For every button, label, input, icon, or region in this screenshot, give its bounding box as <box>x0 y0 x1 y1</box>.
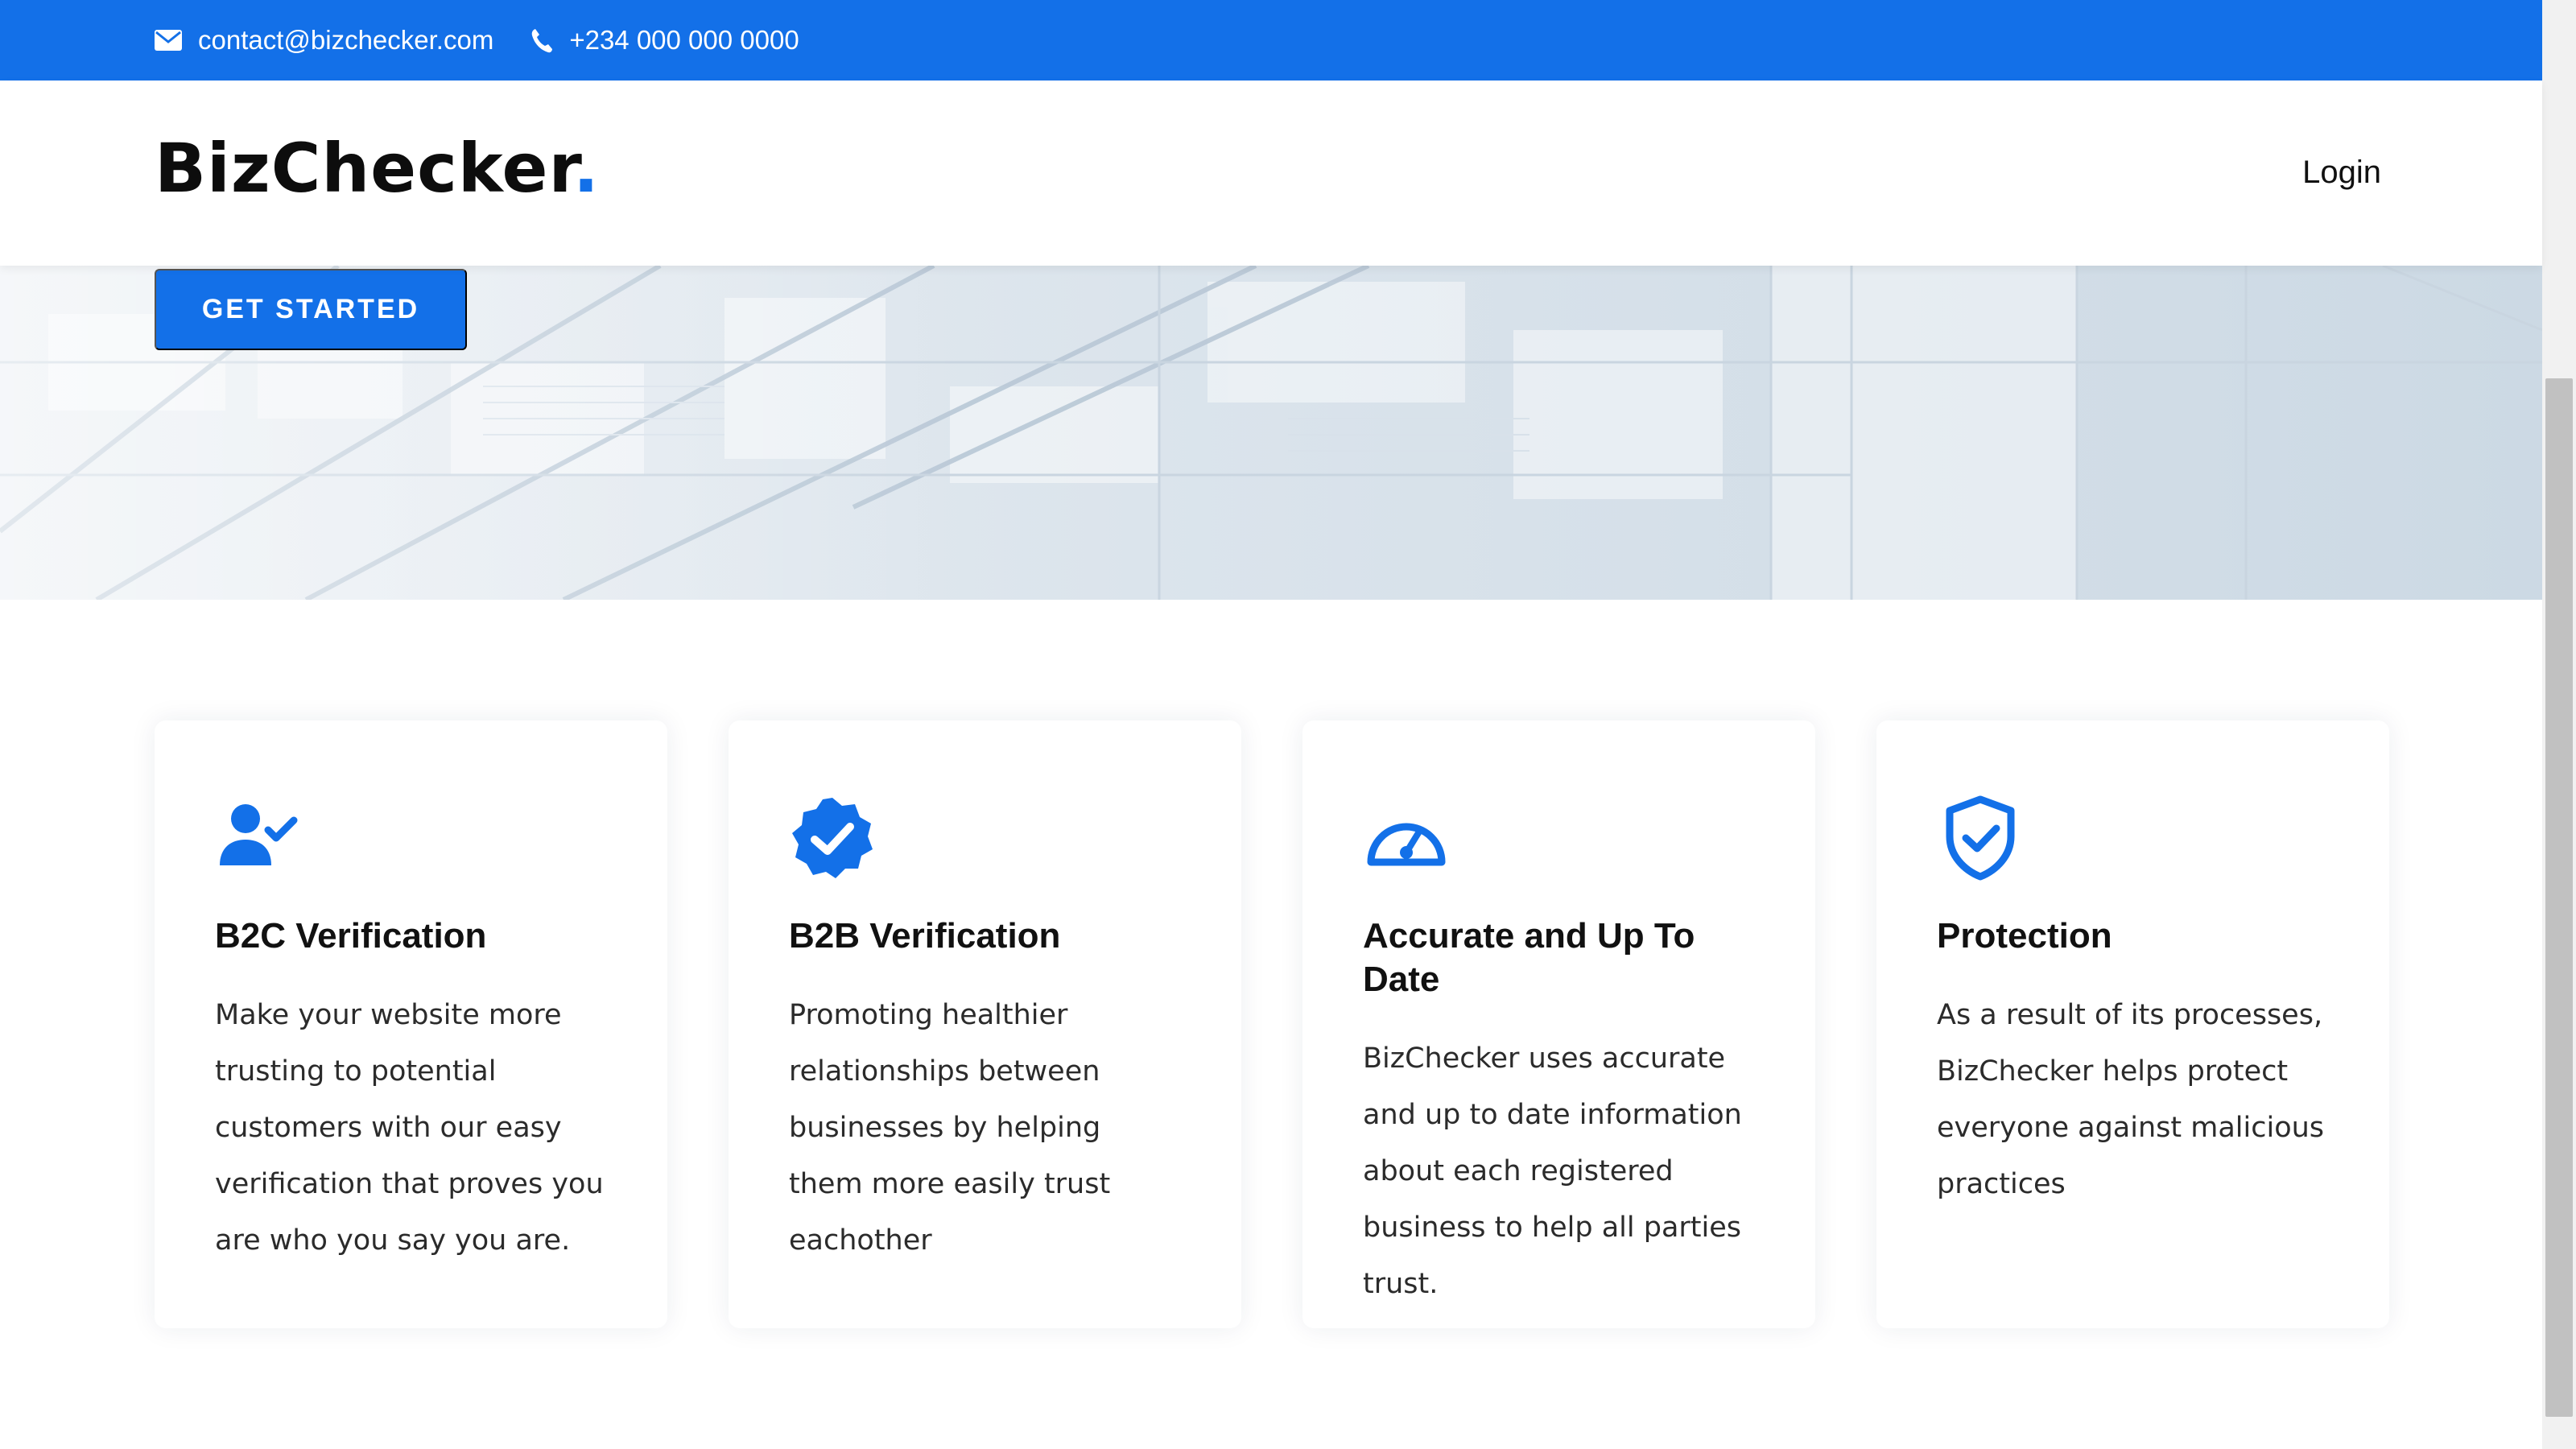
feature-card-protection: Protection As a result of its processes,… <box>1876 720 2389 1328</box>
login-link[interactable]: Login <box>2302 155 2381 191</box>
contact-email-text: contact@bizchecker.com <box>198 25 494 55</box>
site-logo[interactable]: BizChecker. <box>155 129 600 208</box>
feature-card-accurate: Accurate and Up To Date BizChecker uses … <box>1302 720 1815 1328</box>
contact-phone-text: +234 000 000 0000 <box>569 25 799 55</box>
feature-title: B2B Verification <box>789 916 1061 956</box>
feature-title: B2C Verification <box>215 916 487 956</box>
feature-title: Accurate and Up To Date <box>1363 916 1695 999</box>
feature-title: Protection <box>1937 916 2112 956</box>
scrollbar-thumb[interactable] <box>2545 378 2573 1417</box>
logo-dot: . <box>572 129 600 208</box>
contact-email[interactable]: contact@bizchecker.com <box>155 25 493 56</box>
top-info-bar: contact@bizchecker.com +234 000 000 0000 <box>0 0 2542 80</box>
feature-text: Make your website more trusting to poten… <box>215 999 604 1257</box>
shield-check-icon <box>1946 795 2015 881</box>
envelope-icon <box>155 30 182 51</box>
feature-card-b2b: B2B Verification Promoting healthier rel… <box>729 720 1241 1328</box>
contact-phone[interactable]: +234 000 000 0000 <box>530 25 799 56</box>
logo-text: BizChecker <box>155 129 573 208</box>
page-scrollbar[interactable] <box>2542 0 2576 1449</box>
get-started-button[interactable]: GET STARTED <box>155 269 467 350</box>
feature-text: As a result of its processes, BizChecker… <box>1937 999 2325 1200</box>
site-header: BizChecker. Login <box>0 80 2542 266</box>
hero-banner: GET STARTED <box>0 266 2542 600</box>
user-check-icon <box>220 804 298 865</box>
feature-card-b2c: B2C Verification Make your website more … <box>155 720 667 1328</box>
verified-badge-icon <box>792 798 873 878</box>
feature-text: Promoting healthier relationships betwee… <box>789 999 1111 1257</box>
feature-text: BizChecker uses accurate and up to date … <box>1363 1042 1742 1300</box>
phone-icon <box>532 29 553 53</box>
features-section: B2C Verification Make your website more … <box>155 720 2389 1328</box>
speedometer-icon <box>1367 823 1446 866</box>
